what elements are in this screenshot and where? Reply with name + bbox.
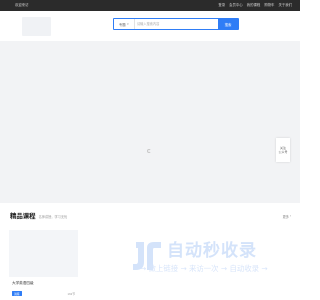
top-bar: 欢迎来访 登录 会员中心 我的课程 购物车 关于我们 — [0, 0, 300, 11]
watermark-logo-icon — [133, 242, 161, 270]
banner-carousel[interactable] — [0, 41, 300, 203]
section-title: 精品课程 — [10, 213, 36, 220]
search-button[interactable]: 搜索 — [218, 19, 238, 29]
watermark-slogan: → 做上链接 → 来访一次 → 自动收录 → — [140, 264, 268, 273]
search-category-select[interactable]: 专题 ▼ — [114, 19, 135, 29]
top-link-member-center[interactable]: 会员中心 — [229, 2, 243, 7]
top-link-my-courses[interactable]: 我的课程 — [247, 2, 261, 7]
section-subtitle: 名师讲授，学习无忧 — [38, 215, 68, 219]
more-link[interactable]: 更多 › — [283, 214, 291, 219]
top-link-cart[interactable]: 购物车 — [264, 2, 274, 7]
top-link-about[interactable]: 关于我们 — [278, 2, 292, 7]
loading-spinner-icon — [147, 149, 151, 153]
top-links: 登录 会员中心 我的课程 购物车 关于我们 — [218, 2, 292, 7]
course-meta: 讲座 163节 — [12, 291, 75, 296]
watermark: 自动秒收录 → 做上链接 → 来访一次 → 自动收录 → — [130, 236, 285, 276]
chevron-down-icon: ▼ — [126, 22, 130, 26]
site-logo[interactable] — [22, 17, 51, 36]
course-title: 大学英语四级 — [12, 281, 34, 285]
chevron-right-icon: › — [289, 214, 291, 218]
follow-wechat-button[interactable]: 关注 公众号 — [276, 138, 290, 162]
course-thumbnail — [9, 230, 78, 277]
course-type-badge: 讲座 — [12, 291, 22, 296]
section-header: 精品课程 名师讲授，学习无忧 — [10, 211, 67, 220]
lesson-count: 163节 — [67, 291, 75, 296]
search-category-label: 专题 — [118, 22, 126, 27]
site-header: 专题 ▼ 搜索 课程 教学 讲义 — [0, 11, 300, 48]
watermark-title: 自动秒收录 — [167, 241, 257, 261]
welcome-text: 欢迎来访 — [15, 3, 29, 7]
more-label: 更多 — [282, 215, 289, 219]
search-input[interactable] — [135, 19, 218, 29]
search-bar: 专题 ▼ 搜索 — [113, 18, 239, 30]
top-link-login[interactable]: 登录 — [218, 2, 225, 7]
official-account-label: 公众号 — [278, 150, 288, 154]
course-card[interactable]: 大学英语四级 讲座 163节 — [9, 230, 78, 300]
